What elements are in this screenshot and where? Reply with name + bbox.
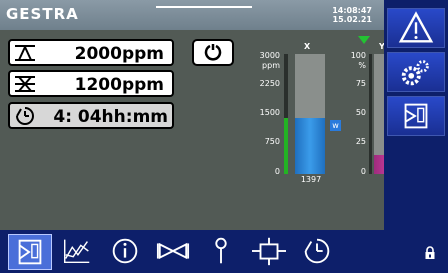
bottom-toolbar (0, 230, 448, 273)
lower-limit-value: 1200ppm (74, 75, 164, 95)
upper-limit-icon (15, 45, 35, 61)
gauge-yw-scale (369, 54, 372, 174)
clock: 14:08:47 15.02.21 (332, 6, 372, 24)
trend-chart-icon (64, 239, 90, 264)
clock-date: 15.02.21 (332, 15, 372, 24)
valve-tab[interactable] (152, 234, 196, 270)
upper-limit-field[interactable]: 2000ppm (8, 39, 174, 66)
timer-field: 4: 04hh:mm (8, 102, 174, 129)
gauge-x-value: 1397 (300, 175, 322, 184)
gauge-x-track (295, 54, 325, 174)
timer-icon (304, 238, 330, 264)
trend-tab[interactable] (56, 234, 100, 270)
gauge-yw-tick-25: 25 (355, 137, 366, 146)
gauge-x-tick-2250: 2250 (259, 79, 280, 88)
gauge-x-unit: ppm (262, 61, 280, 70)
clock-time: 14:08:47 (332, 6, 372, 15)
gauge-yw-indicator-icon (358, 36, 370, 44)
gauge-x-tick-750: 750 (264, 137, 280, 146)
info-tab[interactable] (104, 234, 148, 270)
upper-limit-value: 2000ppm (74, 44, 164, 64)
header-divider (156, 6, 252, 8)
gauge-yw-tick-75: 75 (355, 79, 366, 88)
settings-icon (401, 60, 429, 86)
top-bar: GESTRA 14:08:47 15.02.21 (0, 0, 384, 30)
gauge-yw-tick-top: 100 (350, 51, 366, 60)
switch-tab[interactable] (248, 234, 292, 270)
valve-icon (156, 242, 190, 260)
gauge-x-tick-top: 3000 (259, 51, 280, 60)
alarm-button[interactable] (387, 8, 445, 48)
gauge-x-tick-1500: 1500 (259, 108, 280, 117)
gauge-x-label: X (304, 42, 311, 51)
settings-button[interactable] (387, 52, 445, 92)
refresh-icon (204, 44, 222, 61)
info-icon (112, 238, 138, 264)
timer-icon (16, 107, 34, 125)
timer-tab[interactable] (296, 234, 340, 270)
lower-limit-field[interactable]: 1200ppm (8, 70, 174, 97)
gauge-yw-unit: % (358, 61, 366, 70)
setpoint-marker: w (330, 120, 341, 132)
io-module-icon (404, 103, 428, 129)
gauge-x-scale-fill (284, 118, 288, 174)
gauge-x-scale (284, 54, 288, 174)
refresh-button[interactable] (192, 39, 234, 66)
io-module-tab[interactable] (8, 234, 52, 270)
switch-icon (252, 237, 286, 266)
gauge-yw-tick-50: 50 (355, 108, 366, 117)
brand-logo: GESTRA (6, 5, 79, 23)
io-module-button[interactable] (387, 96, 445, 136)
sensor-tab[interactable] (200, 234, 244, 270)
alarm-icon (398, 11, 434, 43)
main-panel: 2000ppm 1200ppm 4: 04hh:mm X 3000 ppm 22… (0, 30, 404, 230)
gauge-x-fill (295, 118, 325, 174)
side-menu (384, 0, 448, 230)
io-module-icon (18, 239, 42, 265)
sensor-probe-icon (215, 237, 227, 264)
gauge-yw-tick-0: 0 (360, 167, 366, 176)
gauge-x-tick-0: 0 (274, 167, 280, 176)
timer-value: 4: 04hh:mm (53, 107, 168, 127)
lock-icon[interactable] (424, 246, 436, 260)
lower-limit-icon (15, 76, 35, 92)
